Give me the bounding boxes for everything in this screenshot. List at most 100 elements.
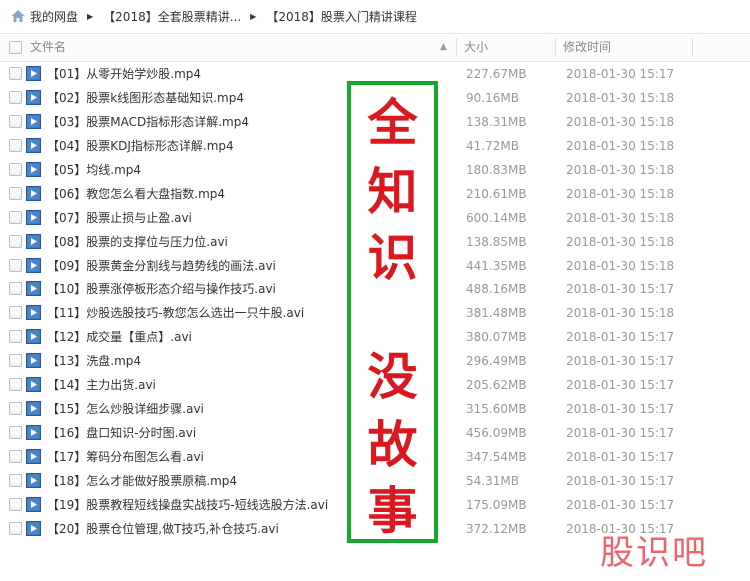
slogan-overlay: 全 知 识 没 故 事 xyxy=(347,81,438,543)
file-name[interactable]: 【02】股票k线图形态基础知识.mp4 xyxy=(47,86,244,110)
file-size: 347.54MB xyxy=(466,450,527,464)
video-file-icon xyxy=(26,449,41,464)
file-list-header: 文件名 ▲ 大小 修改时间 xyxy=(0,33,750,62)
file-name[interactable]: 【17】筹码分布图怎么看.avi xyxy=(47,445,204,469)
row-checkbox[interactable] xyxy=(9,210,22,224)
row-checkbox[interactable] xyxy=(9,497,22,511)
file-name[interactable]: 【16】盘口知识-分时图.avi xyxy=(47,421,196,445)
row-checkbox[interactable] xyxy=(9,258,22,272)
file-size: 210.61MB xyxy=(466,186,527,201)
file-name[interactable]: 【04】股票KDJ指标形态详解.mp4 xyxy=(47,134,234,158)
video-file-icon xyxy=(26,233,41,249)
row-checkbox[interactable] xyxy=(9,234,22,248)
file-name[interactable]: 【10】股票涨停板形态介绍与操作技巧.avi xyxy=(47,277,276,301)
breadcrumb: 我的网盘 ▶ 【2018】全套股票精讲... ▶ 【2018】股票入门精讲课程 xyxy=(0,0,750,32)
video-file-icon xyxy=(26,401,41,417)
breadcrumb-item-root[interactable]: 我的网盘 xyxy=(30,8,78,25)
row-checkbox[interactable] xyxy=(9,67,22,80)
file-name[interactable]: 【12】成交量【重点】.avi xyxy=(47,325,192,349)
row-checkbox[interactable] xyxy=(9,306,22,320)
file-modified-date: 2018-01-30 15:17 xyxy=(566,450,675,464)
column-header-name[interactable]: 文件名 xyxy=(30,34,66,61)
slogan-char: 全 xyxy=(367,93,418,152)
row-checkbox[interactable] xyxy=(9,402,22,416)
file-size: 296.49MB xyxy=(466,354,527,369)
file-name[interactable]: 【19】股票教程短线操盘实战技巧-短线选股方法.avi xyxy=(47,493,328,517)
file-modified-date: 2018-01-30 15:17 xyxy=(566,378,675,393)
file-name[interactable]: 【05】均线.mp4 xyxy=(47,158,141,182)
video-file-icon xyxy=(26,377,41,393)
file-modified-date: 2018-01-30 15:18 xyxy=(566,186,675,201)
file-name[interactable]: 【20】股票仓位管理,做T技巧,补仓技巧.avi xyxy=(47,517,279,541)
row-checkbox[interactable] xyxy=(9,186,22,200)
column-divider[interactable] xyxy=(692,38,693,57)
breadcrumb-item-parent[interactable]: 【2018】全套股票精讲... xyxy=(103,8,241,25)
file-name[interactable]: 【09】股票黄金分割线与趋势线的画法.avi xyxy=(47,254,276,278)
row-checkbox[interactable] xyxy=(9,90,22,104)
video-file-icon xyxy=(26,472,41,488)
row-checkbox[interactable] xyxy=(9,162,22,176)
file-modified-date: 2018-01-30 15:18 xyxy=(566,162,675,177)
column-header-date[interactable]: 修改时间 xyxy=(563,34,611,61)
row-checkbox[interactable] xyxy=(9,138,22,152)
file-name[interactable]: 【06】教您怎么看大盘指数.mp4 xyxy=(47,182,225,206)
file-size: 372.12MB xyxy=(466,521,527,536)
column-divider[interactable] xyxy=(555,38,556,57)
video-file-icon xyxy=(26,305,41,321)
row-checkbox[interactable] xyxy=(9,354,22,368)
video-file-icon xyxy=(26,496,41,512)
file-name[interactable]: 【07】股票止损与止盈.avi xyxy=(47,206,192,230)
chevron-right-icon: ▶ xyxy=(250,11,257,21)
file-size: 205.62MB xyxy=(466,378,527,393)
video-file-icon xyxy=(26,209,41,225)
slogan-char: 故 xyxy=(367,415,418,474)
file-name[interactable]: 【11】炒股选股技巧-教您怎么选出一只牛股.avi xyxy=(47,301,304,325)
file-size: 227.67MB xyxy=(466,67,527,81)
slogan-char: 没 xyxy=(367,347,418,406)
breadcrumb-item-current: 【2018】股票入门精讲课程 xyxy=(266,9,417,24)
file-modified-date: 2018-01-30 15:18 xyxy=(566,234,675,249)
column-divider[interactable] xyxy=(456,38,457,57)
file-name[interactable]: 【18】怎么才能做好股票原稿.mp4 xyxy=(47,469,237,493)
file-size: 138.85MB xyxy=(466,234,527,249)
file-size: 41.72MB xyxy=(466,138,519,153)
file-size: 381.48MB xyxy=(466,306,527,321)
file-modified-date: 2018-01-30 15:17 xyxy=(566,354,675,369)
row-checkbox[interactable] xyxy=(9,426,22,440)
row-checkbox[interactable] xyxy=(9,282,22,296)
file-modified-date: 2018-01-30 15:17 xyxy=(566,497,675,512)
file-name[interactable]: 【13】洗盘.mp4 xyxy=(47,349,141,373)
row-checkbox[interactable] xyxy=(9,521,22,535)
video-file-icon xyxy=(26,353,41,369)
video-file-icon xyxy=(26,281,41,297)
file-modified-date: 2018-01-30 15:18 xyxy=(566,114,675,129)
file-name[interactable]: 【15】怎么炒股详细步骤.avi xyxy=(47,397,204,421)
file-name[interactable]: 【14】主力出货.avi xyxy=(47,373,156,397)
file-modified-date: 2018-01-30 15:17 xyxy=(566,282,675,297)
row-checkbox[interactable] xyxy=(9,378,22,392)
row-checkbox[interactable] xyxy=(9,450,22,463)
slogan-char: 事 xyxy=(367,481,418,540)
file-size: 315.60MB xyxy=(466,402,527,417)
file-modified-date: 2018-01-30 15:18 xyxy=(566,90,675,105)
column-header-size[interactable]: 大小 xyxy=(464,34,488,61)
file-modified-date: 2018-01-30 15:17 xyxy=(566,426,675,441)
video-file-icon xyxy=(26,425,41,441)
video-file-icon xyxy=(26,66,41,81)
video-file-icon xyxy=(26,113,41,129)
file-name[interactable]: 【01】从零开始学炒股.mp4 xyxy=(47,62,201,86)
file-name[interactable]: 【03】股票MACD指标形态详解.mp4 xyxy=(47,110,249,134)
watermark-logo: 股识吧 xyxy=(600,533,708,573)
video-file-icon xyxy=(26,137,41,153)
file-size: 180.83MB xyxy=(466,162,527,177)
row-checkbox[interactable] xyxy=(9,473,22,487)
file-modified-date: 2018-01-30 15:17 xyxy=(566,402,675,417)
home-icon[interactable] xyxy=(10,8,26,24)
row-checkbox[interactable] xyxy=(9,114,22,128)
video-file-icon xyxy=(26,329,41,345)
file-size: 175.09MB xyxy=(466,497,527,512)
file-size: 441.35MB xyxy=(466,258,527,273)
file-name[interactable]: 【08】股票的支撑位与压力位.avi xyxy=(47,230,228,254)
select-all-checkbox[interactable] xyxy=(9,41,22,54)
row-checkbox[interactable] xyxy=(9,330,22,344)
